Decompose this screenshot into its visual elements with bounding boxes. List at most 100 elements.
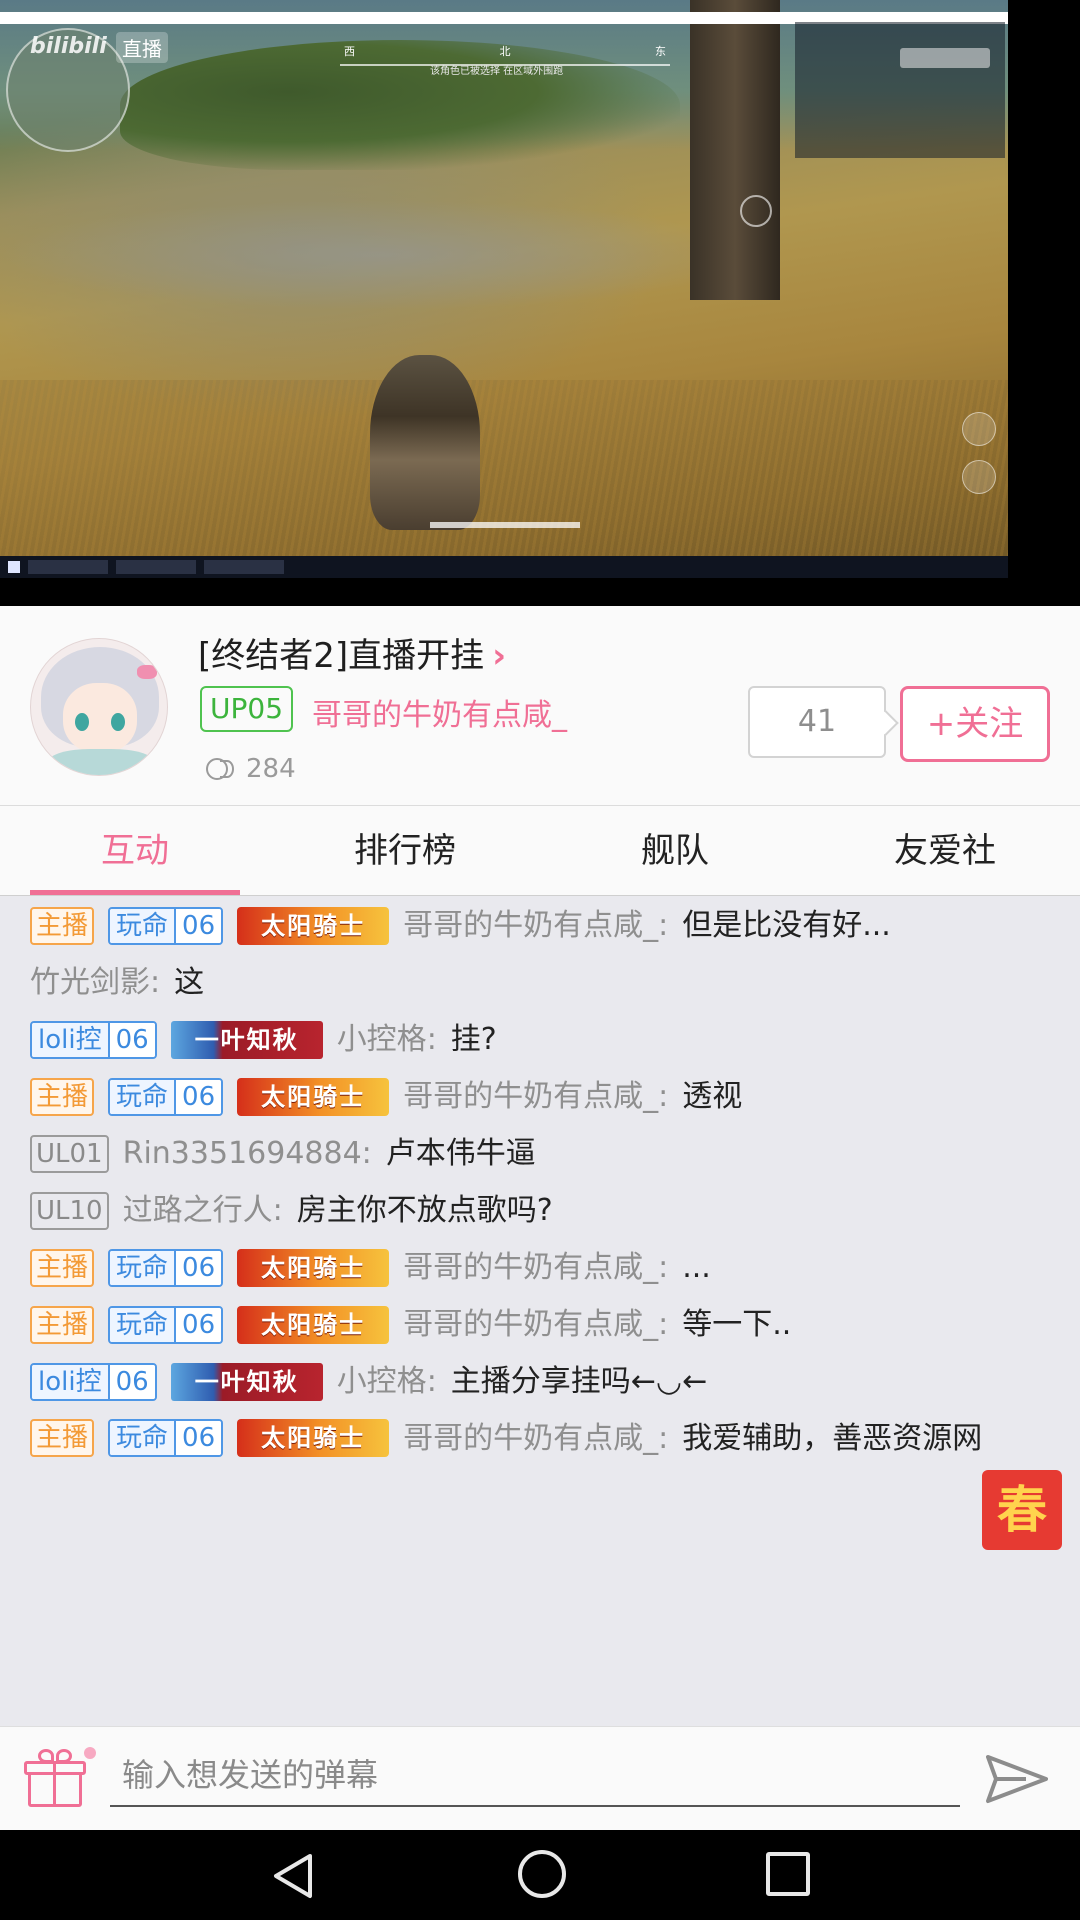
medal-level: 06 (174, 1251, 222, 1285)
colon: : (426, 1364, 437, 1399)
live-video-player[interactable]: bilibili 直播 西 北 东 该角色已被选择 在区域外围跑 (0, 0, 1080, 606)
game-stream-frame: bilibili 直播 西 北 东 该角色已被选择 在区域外围跑 (0, 0, 1008, 578)
medal-level: 06 (107, 1023, 155, 1057)
colon: : (426, 1022, 437, 1057)
room-title[interactable]: [终结者2]直播开挂 › (198, 628, 506, 677)
chat-text: 这 (174, 965, 205, 1000)
host-badge: 主播 (30, 1306, 95, 1344)
chat-text: 等一下.. (682, 1307, 792, 1342)
nav-home-icon[interactable] (518, 1850, 566, 1898)
tab-fan-club[interactable]: 友爱社 (810, 806, 1080, 895)
gift-bow (56, 1749, 72, 1763)
chat-username[interactable]: 小控格 (337, 1020, 427, 1060)
send-icon[interactable] (986, 1753, 1048, 1805)
chat-text: 透视 (682, 1079, 743, 1114)
nav-recents-icon[interactable] (766, 1852, 810, 1896)
medal-name: 玩命 (110, 1421, 175, 1455)
compass-east: 东 (655, 45, 666, 58)
tab-fleet[interactable]: 舰队 (540, 806, 810, 895)
notification-dot (84, 1747, 96, 1759)
chat-text: 主播分享挂吗←◡← (450, 1364, 708, 1399)
nav-back-icon[interactable] (270, 1852, 318, 1900)
fan-medal: 玩命 06 (108, 1419, 224, 1457)
colon: : (658, 1079, 669, 1114)
host-badge: 主播 (30, 907, 95, 945)
chat-username[interactable]: 哥哥的牛奶有点咸_ (403, 1248, 658, 1288)
rock-slope (0, 200, 760, 310)
title-badge-leaf: 一叶知秋 (170, 1021, 323, 1059)
taskbar-item (28, 560, 108, 574)
chat-message: 主播 玩命 06 太阳骑士 哥哥的牛奶有点咸_: 等一下.. (30, 1305, 1040, 1345)
gift-icon[interactable] (24, 1747, 96, 1811)
compass-west: 西 (344, 45, 355, 58)
chat-username[interactable]: 哥哥的牛奶有点咸_ (403, 906, 658, 946)
host-badge: 主播 (30, 1078, 95, 1116)
chat-message: loli控 06 一叶知秋 小控格: 挂? (30, 1020, 1040, 1060)
spring-festival-badge[interactable]: 春 (982, 1470, 1062, 1550)
chat-message: UL01 Rin3351694884: 卢本伟牛逼 (30, 1134, 1040, 1174)
chat-text: 卢本伟牛逼 (385, 1136, 536, 1171)
chat-message: 主播 玩命 06 太阳骑士 哥哥的牛奶有点咸_: ... (30, 1248, 1040, 1288)
danmaku-input[interactable] (110, 1745, 960, 1807)
chat-username[interactable]: 哥哥的牛奶有点咸_ (403, 1305, 658, 1345)
medal-level: 06 (174, 1308, 222, 1342)
medal-name: 玩命 (110, 1251, 175, 1285)
chat-username[interactable]: 哥哥的牛奶有点咸_ (403, 1419, 658, 1459)
chat-username[interactable]: 竹光剑影 (30, 963, 150, 1003)
colon: : (658, 1421, 669, 1456)
danmaku-chat-list[interactable]: 主播 玩命 06 太阳骑士 哥哥的牛奶有点咸_: 但是比没有好... 竹光剑影: … (0, 896, 1080, 1726)
host-badge: 主播 (30, 1419, 95, 1457)
streamer-name[interactable]: 哥哥的牛奶有点咸_ (312, 690, 567, 734)
medal-name: 玩命 (110, 1308, 175, 1342)
colon: : (658, 1307, 669, 1342)
avatar-eye (111, 713, 125, 731)
title-badge-sun-knight: 太阳骑士 (237, 1078, 390, 1116)
colon: : (272, 1193, 283, 1228)
medal-level: 06 (174, 1080, 222, 1114)
medal-name: loli控 (32, 1023, 108, 1057)
title-badge-leaf: 一叶知秋 (170, 1363, 323, 1401)
colon: : (361, 1136, 372, 1171)
game-character (370, 355, 480, 530)
avatar-eye (75, 713, 89, 731)
danmaku-input-bar (0, 1726, 1080, 1830)
fan-medal: 玩命 06 (108, 1306, 224, 1344)
bilibili-watermark: bilibili (30, 34, 107, 59)
fan-medal: loli控 06 (30, 1363, 157, 1401)
room-title-text: [终结者2]直播开挂 (198, 636, 485, 676)
title-badge-sun-knight: 太阳骑士 (237, 907, 390, 945)
taskbar-item (204, 560, 284, 574)
streamer-avatar[interactable] (30, 638, 168, 776)
chat-username[interactable]: 哥哥的牛奶有点咸_ (403, 1077, 658, 1117)
fans-count: 41 (748, 686, 886, 758)
follow-button[interactable]: +关注 (900, 686, 1050, 762)
chat-username[interactable]: Rin3351694884 (123, 1134, 362, 1174)
eye-icon (740, 195, 772, 227)
desktop-taskbar (0, 556, 1008, 578)
chat-message: 主播 玩命 06 太阳骑士 哥哥的牛奶有点咸_: 但是比没有好... (30, 906, 1040, 946)
medal-name: loli控 (32, 1365, 108, 1399)
chevron-right-icon: › (492, 636, 507, 676)
viewers-icon (204, 756, 236, 782)
live-badge: 直播 (116, 32, 168, 63)
tree-trunk (690, 0, 780, 300)
gift-bow (38, 1749, 54, 1763)
chat-username[interactable]: 过路之行人 (123, 1191, 273, 1231)
tab-interaction[interactable]: 互动 (0, 806, 270, 895)
title-badge-sun-knight: 太阳骑士 (237, 1249, 390, 1287)
tab-ranking[interactable]: 排行榜 (270, 806, 540, 895)
host-badge: 主播 (30, 1249, 95, 1287)
medal-name: 玩命 (110, 909, 175, 943)
health-bar (430, 522, 580, 528)
chat-text: 我爱辅助，善恶资源网 (682, 1421, 983, 1456)
avatar-scarf (49, 749, 153, 775)
medal-name: 玩命 (110, 1080, 175, 1114)
chat-message: loli控 06 一叶知秋 小控格: 主播分享挂吗←◡← (30, 1362, 1040, 1402)
crouch-action-icon (962, 460, 996, 494)
streamer-info-panel: [终结者2]直播开挂 › UP05 哥哥的牛奶有点咸_ 284 41 +关注 (0, 606, 1080, 806)
colon: : (658, 1250, 669, 1285)
chat-username[interactable]: 小控格 (337, 1362, 427, 1402)
fan-medal: 玩命 06 (108, 1078, 224, 1116)
fan-medal: loli控 06 (30, 1021, 157, 1059)
user-level-badge: UL01 (30, 1135, 109, 1173)
